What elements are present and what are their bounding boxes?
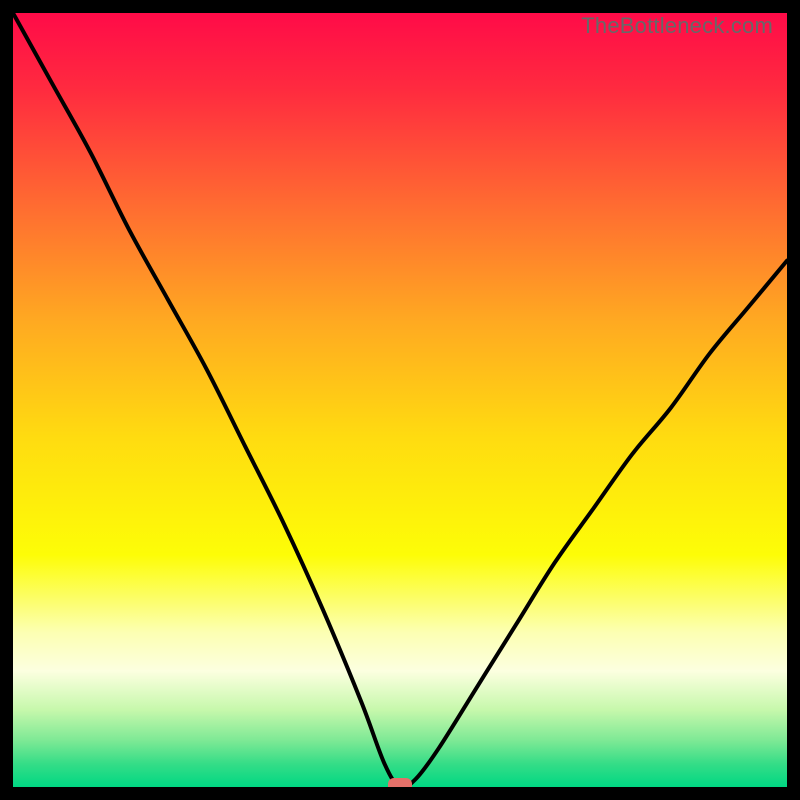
bottleneck-chart — [13, 13, 787, 787]
chart-frame: TheBottleneck.com — [13, 13, 787, 787]
optimum-marker — [388, 778, 412, 787]
gradient-background — [13, 13, 787, 787]
watermark-label: TheBottleneck.com — [581, 13, 773, 39]
